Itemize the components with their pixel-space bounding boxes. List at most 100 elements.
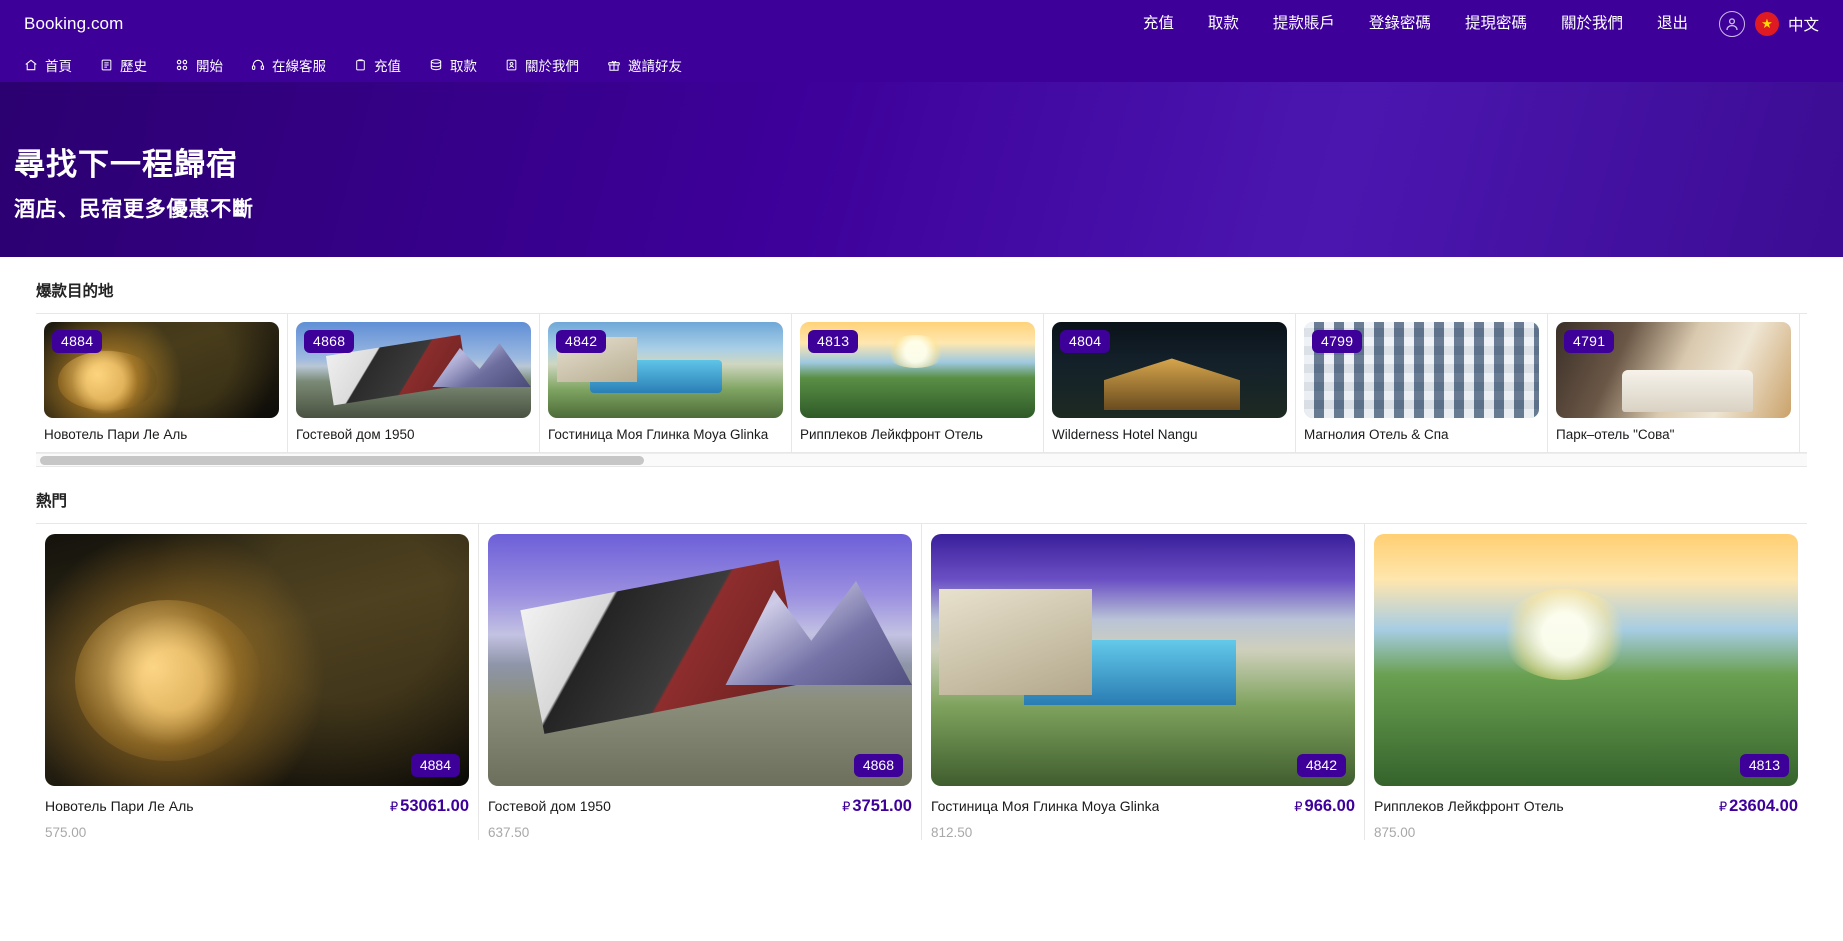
hot-listing-badge: 4884 (410, 753, 460, 777)
currency-symbol: ₽ (1294, 799, 1303, 814)
destination-card[interactable]: 4884 Новотель Пари Ле Аль (36, 314, 288, 452)
headset-icon (251, 58, 265, 72)
hot-listing-name: Гостиница Моя Глинка Moya Glinka (931, 798, 1160, 814)
destination-card-name: Гостиница Моя Глинка Moya Glinka (548, 427, 769, 442)
subnav-label-recharge: 充值 (374, 58, 401, 74)
subnav-item-invite-friends[interactable]: 邀請好友 (593, 55, 696, 75)
hot-listing-secondary-value: 875.00 (1374, 825, 1416, 840)
id-card-icon (505, 58, 518, 72)
subnav-item-about-us[interactable]: 關於我們 (491, 55, 593, 75)
home-icon (24, 58, 38, 72)
carousel-scrollbar[interactable] (36, 453, 1807, 467)
hot-listing-header-row: Гостевой дом 1950 ₽3751.00 (488, 797, 912, 816)
hot-listing-price-value: 3751.00 (852, 797, 912, 815)
hot-listing-photo (488, 534, 912, 786)
clipboard-icon (354, 58, 367, 72)
currency-symbol: ₽ (389, 799, 399, 814)
hot-listing-badge: 4813 (1739, 753, 1789, 777)
hot-listing-image: 4813 (1374, 534, 1798, 786)
top-navigation: 充值 取款 提款賬戶 登錄密碼 提現密碼 關於我們 退出 ★ 中文 (1126, 0, 1827, 47)
hot-listing-price: ₽3751.00 (842, 797, 912, 816)
secondary-navigation-bar: 首頁 歷史 開始 在線客服 充值 取款 關於我們 邀請好友 (0, 47, 1843, 82)
subnav-item-online-support[interactable]: 在線客服 (237, 55, 340, 75)
hot-listings-grid: 4884 Новотель Пари Ле Аль ₽53061.00 575.00 4… (36, 523, 1807, 840)
destination-card[interactable]: 4791 Парк–отель "Сова" (1548, 314, 1800, 452)
hot-listing-price: ₽53061.00 (390, 797, 469, 816)
topnav-item-login-password[interactable]: 登錄密碼 (1352, 0, 1448, 47)
subnav-item-home[interactable]: 首頁 (10, 55, 86, 75)
database-icon (429, 58, 443, 72)
currency-symbol: ₽ (842, 799, 851, 814)
topnav-item-about-us[interactable]: 關於我們 (1544, 0, 1640, 47)
destination-card-image: 4868 (296, 322, 531, 418)
hero-banner: 尋找下一程歸宿 酒店、民宿更多優惠不斷 (0, 82, 1843, 257)
subnav-label-about-us: 關於我們 (525, 58, 579, 74)
hot-listing-name: Новотель Пари Ле Аль (45, 798, 194, 814)
topnav-item-withdraw[interactable]: 取款 (1191, 0, 1256, 47)
currency-symbol: ₽ (1718, 799, 1728, 814)
hot-section: 熱門 4884 Новотель Пари Ле Аль ₽53061.00 575.… (0, 467, 1843, 840)
user-avatar-icon[interactable] (1718, 10, 1745, 37)
grid-icon (175, 58, 189, 72)
destinations-section-title: 爆款目的地 (36, 283, 114, 300)
hot-listing-card[interactable]: 4813 Рипплеков Лейкфронт Отель ₽23604.00 87… (1365, 524, 1807, 840)
language-label: 中文 (1787, 16, 1819, 34)
list-icon (100, 58, 113, 72)
destination-card-image: 4804 (1052, 322, 1287, 418)
destination-card[interactable]: 4813 Рипплеков Лейкфронт Отель (792, 314, 1044, 452)
language-selector[interactable]: ★ 中文 (1754, 11, 1827, 36)
hot-listing-card[interactable]: 4868 Гостевой дом 1950 ₽3751.00 637.50 (479, 524, 922, 840)
destination-card[interactable]: 4804 Wilderness Hotel Nangu (1044, 314, 1296, 452)
destination-card-name: Новотель Пари Ле Аль (44, 427, 188, 442)
hot-listing-price-value: 966.00 (1304, 797, 1355, 815)
hot-listing-badge: 4868 (853, 753, 903, 777)
hot-listing-price-value: 23604.00 (1729, 797, 1798, 815)
destination-badge: 4804 (1060, 330, 1111, 354)
hot-listing-secondary-value: 812.50 (931, 825, 973, 840)
hot-listing-price-value: 53061.00 (400, 797, 469, 815)
subnav-item-withdraw[interactable]: 取款 (415, 55, 491, 75)
hot-listing-image: 4868 (488, 534, 912, 786)
hot-listing-photo (45, 534, 469, 786)
destination-card[interactable]: 4799 Магнолия Отель & Спа (1296, 314, 1548, 452)
china-flag-icon: ★ (1754, 11, 1779, 36)
destination-card-name: Wilderness Hotel Nangu (1052, 427, 1198, 442)
hot-listing-secondary-value: 637.50 (488, 825, 530, 840)
destination-badge: 4842 (556, 330, 607, 354)
subnav-label-withdraw: 取款 (450, 58, 477, 74)
destinations-section: 爆款目的地 4884 Новотель Пари Ле Аль 4868 Гостев… (0, 257, 1843, 467)
hot-listing-header-row: Гостиница Моя Глинка Moya Glinka ₽966.00 (931, 797, 1355, 816)
subnav-item-recharge[interactable]: 充值 (340, 55, 415, 75)
hot-listing-badge: 4842 (1296, 753, 1346, 777)
destination-badge: 4868 (304, 330, 355, 354)
gift-icon (607, 58, 621, 72)
subnav-label-history: 歷史 (120, 58, 147, 74)
destination-card[interactable]: 4868 Гостевой дом 1950 (288, 314, 540, 452)
hot-listing-image: 4842 (931, 534, 1355, 786)
top-header-bar: Booking.com 充值 取款 提款賬戶 登錄密碼 提現密碼 關於我們 退出… (0, 0, 1843, 47)
destination-badge: 4799 (1312, 330, 1363, 354)
destination-card[interactable]: 4842 Гостиница Моя Глинка Moya Glinka (540, 314, 792, 452)
subnav-label-invite-friends: 邀請好友 (628, 58, 682, 74)
hot-section-title: 熱門 (36, 493, 68, 510)
destination-badge: 4813 (808, 330, 859, 354)
hot-listing-card[interactable]: 4884 Новотель Пари Ле Аль ₽53061.00 575.00 (36, 524, 479, 840)
destinations-carousel[interactable]: 4884 Новотель Пари Ле Аль 4868 Гостевой дом… (36, 314, 1807, 452)
hot-listing-header-row: Новотель Пари Ле Аль ₽53061.00 (45, 797, 469, 816)
topnav-item-withdraw-account[interactable]: 提款賬戶 (1256, 0, 1352, 47)
hot-listing-header-row: Рипплеков Лейкфронт Отель ₽23604.00 (1374, 797, 1798, 816)
hot-listing-card[interactable]: 4842 Гостиница Моя Глинка Moya Glinka ₽966… (922, 524, 1365, 840)
subnav-item-start[interactable]: 開始 (161, 55, 237, 75)
destination-card-image: 4799 (1304, 322, 1539, 418)
topnav-item-withdraw-password[interactable]: 提現密碼 (1448, 0, 1544, 47)
subnav-item-history[interactable]: 歷史 (86, 55, 161, 75)
hot-listing-price: ₽23604.00 (1719, 797, 1798, 816)
carousel-scrollbar-thumb[interactable] (40, 455, 644, 465)
topnav-item-recharge[interactable]: 充值 (1126, 0, 1191, 47)
site-logo[interactable]: Booking.com (24, 14, 123, 34)
carousel-scrollbar-track[interactable] (36, 453, 1807, 466)
topnav-item-logout[interactable]: 退出 (1640, 0, 1705, 47)
hot-listing-image: 4884 (45, 534, 469, 786)
hot-listing-price: ₽966.00 (1294, 797, 1355, 816)
hero-subtitle: 酒店、民宿更多優惠不斷 (14, 197, 254, 221)
